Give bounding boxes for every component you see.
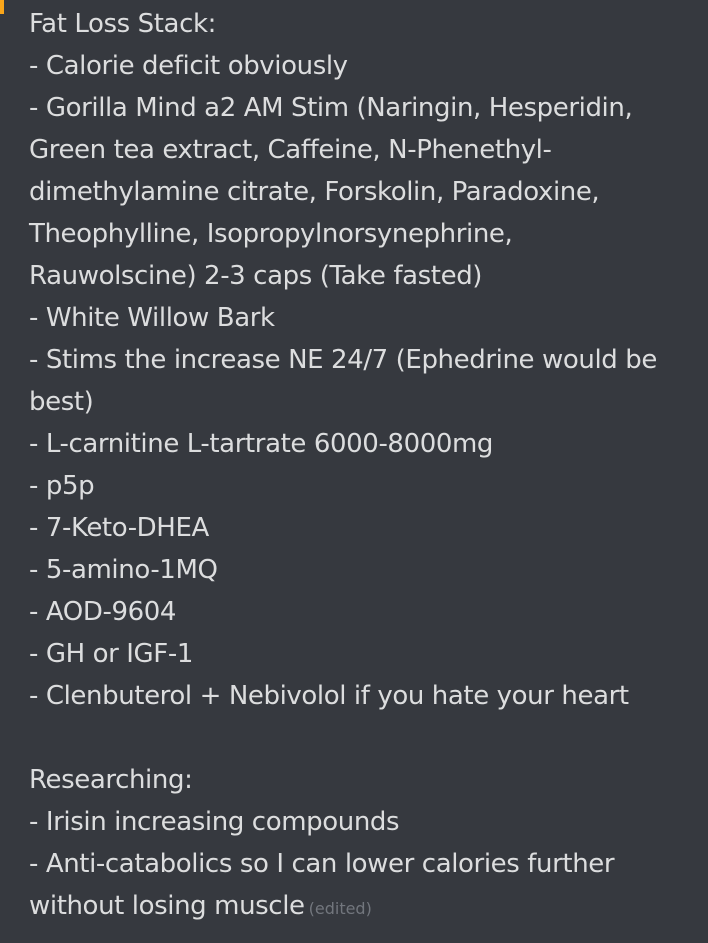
list-item: - White Willow Bark [29, 303, 275, 333]
list-item-continuation: without losing muscle [29, 891, 305, 921]
list-item-last-line: without losing muscle (edited) [29, 885, 708, 930]
list-item: - Calorie deficit obviously [29, 51, 348, 81]
list-item-continuation: Theophylline, Isopropylnorsynephrine, [29, 219, 513, 249]
section-title-fat-loss: Fat Loss Stack: [29, 9, 216, 39]
edited-label: (edited) [308, 899, 372, 918]
list-item: - L-carnitine L-tartrate 6000-8000mg [29, 429, 494, 459]
list-item-continuation: Green tea extract, Caffeine, N-Phenethyl… [29, 135, 552, 165]
list-item: - 7-Keto-DHEA [29, 513, 209, 543]
section-title-researching: Researching: [29, 765, 193, 795]
list-item-continuation: Rauwolscine) 2-3 caps (Take fasted) [29, 261, 483, 291]
list-item: - Anti-catabolics so I can lower calorie… [29, 849, 615, 879]
list-item-continuation: dimethylamine citrate, Forskolin, Parado… [29, 177, 600, 207]
list-item: - GH or IGF-1 [29, 639, 193, 669]
list-item: - AOD-9604 [29, 597, 177, 627]
list-item: - Stims the increase NE 24/7 (Ephedrine … [29, 345, 657, 375]
list-item: - p5p [29, 471, 95, 501]
message-content: Fat Loss Stack: - Calorie deficit obviou… [0, 0, 708, 943]
list-item: - Gorilla Mind a2 AM Stim (Naringin, Hes… [29, 93, 633, 123]
message-accent-bar [0, 0, 4, 14]
list-item-continuation: best) [29, 387, 94, 417]
list-item: - Irisin increasing compounds [29, 807, 400, 837]
list-item: - Clenbuterol + Nebivolol if you hate yo… [29, 681, 629, 711]
list-item: - 5-amino-1MQ [29, 555, 218, 585]
